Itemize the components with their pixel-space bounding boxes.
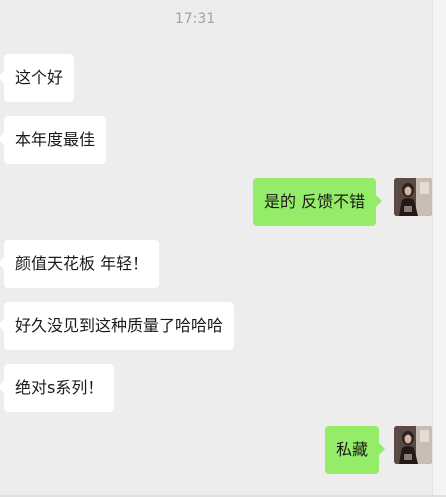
incoming-message-bubble[interactable]: 本年度最佳 <box>0 116 107 164</box>
message-timestamp: 17:31 <box>174 11 216 27</box>
incoming-message-bubble[interactable]: 颜值天花板 年轻！ <box>0 240 160 288</box>
avatar-photo-icon <box>394 426 432 464</box>
outgoing-message-bubble[interactable]: 是的 反馈不错 <box>253 178 383 226</box>
incoming-message-bubble[interactable]: 好久没见到这种质量了哈哈哈 <box>0 302 235 350</box>
incoming-message-bubble[interactable]: 这个好 <box>0 54 75 102</box>
scrollbar-track[interactable] <box>432 0 446 497</box>
incoming-message-bubble[interactable]: 绝对s系列！ <box>0 364 115 412</box>
avatar-photo-icon <box>394 178 432 216</box>
self-avatar[interactable] <box>394 178 432 216</box>
self-avatar[interactable] <box>394 426 432 464</box>
outgoing-message-bubble[interactable]: 私藏 <box>325 426 386 474</box>
